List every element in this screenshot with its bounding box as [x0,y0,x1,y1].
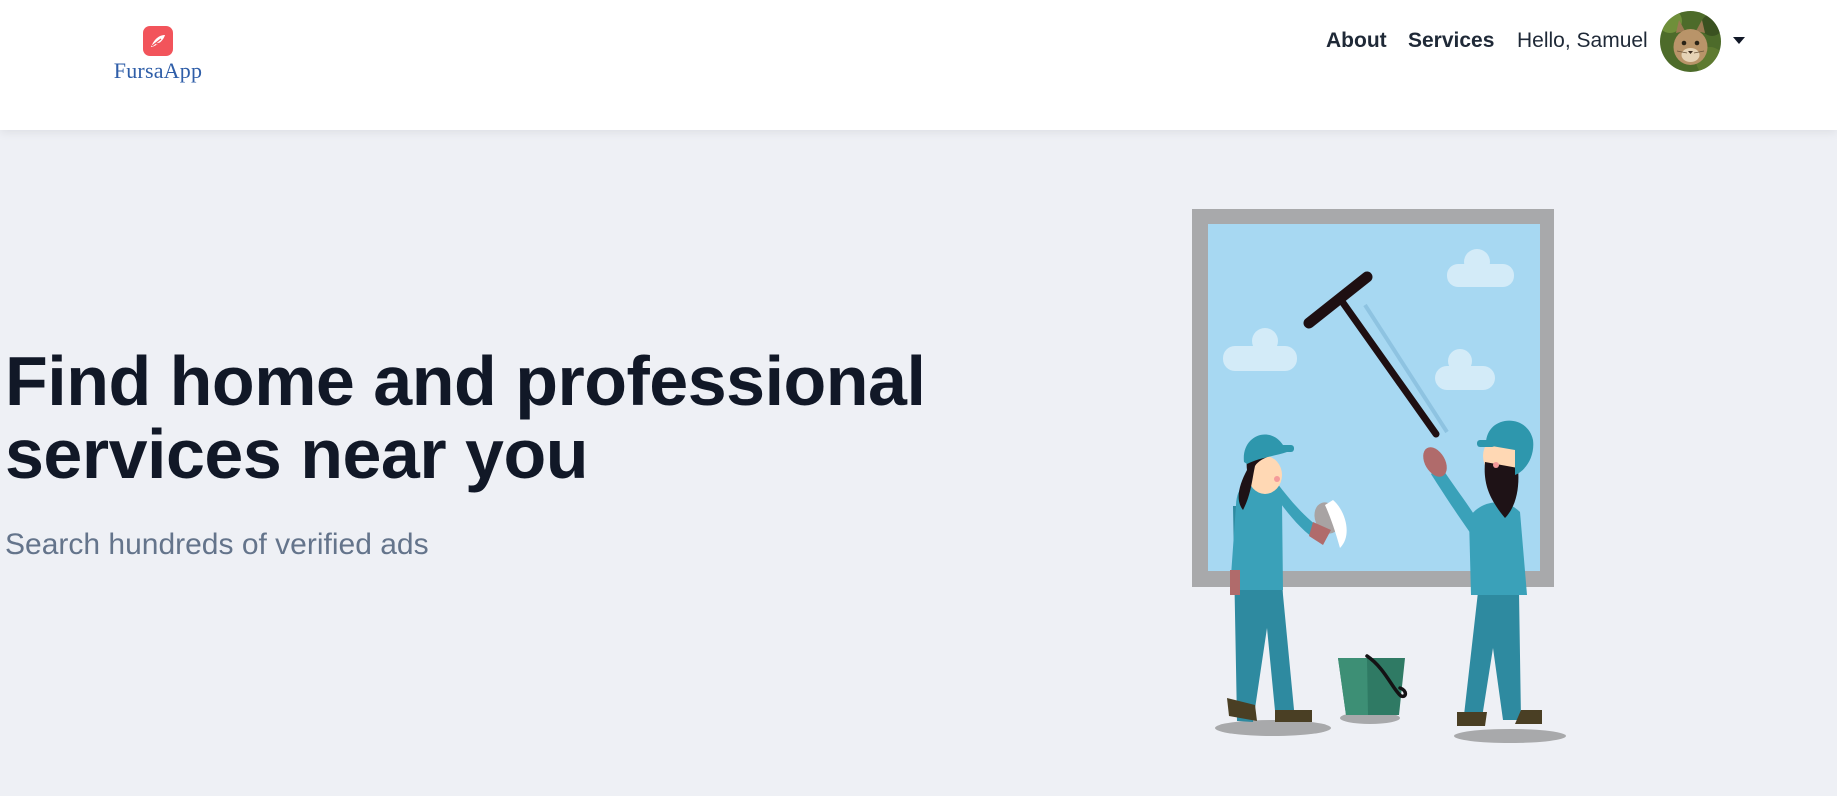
hero-subtitle: Search hundreds of verified ads [5,528,429,561]
hero-title: Find home and professional services near… [5,342,926,493]
brand-name: FursaApp [113,58,203,83]
nav-link-about[interactable]: About [1326,29,1387,53]
window-cleaners-illustration [1192,209,1566,743]
caret-down-icon[interactable] [1731,33,1747,47]
feather-icon [143,26,173,56]
brand-logo[interactable]: FursaApp [104,26,212,84]
user-avatar[interactable] [1660,11,1721,72]
nav-link-services[interactable]: Services [1408,29,1494,53]
top-navbar: FursaApp About Services Hello, Samuel [0,0,1837,130]
user-greeting: Hello, Samuel [1517,29,1648,52]
